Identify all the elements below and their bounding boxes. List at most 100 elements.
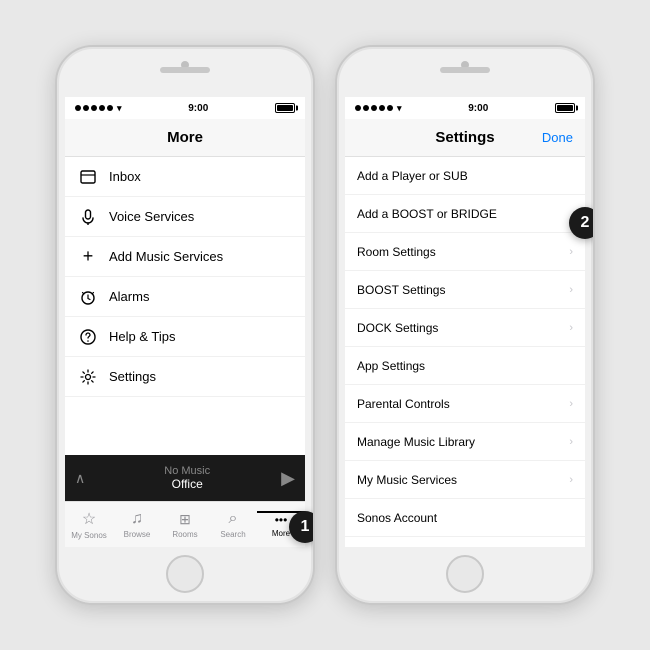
add-icon: + xyxy=(77,246,99,268)
my-sonos-icon: ☆ xyxy=(82,509,96,529)
status-bar-1: ▾ 9:00 xyxy=(65,97,305,119)
screen-2: ▾ 9:00 Settings Done Add a Player or SUB… xyxy=(345,97,585,547)
add-boost-label: Add a BOOST or BRIDGE xyxy=(357,207,573,221)
menu-item-add-music[interactable]: + Add Music Services xyxy=(65,237,305,277)
app-settings-label: App Settings xyxy=(357,359,573,373)
browse-icon: ♫ xyxy=(131,510,143,528)
expand-icon-1: ∧ xyxy=(75,470,85,487)
my-sonos-label: My Sonos xyxy=(71,531,107,540)
music-library-chevron: › xyxy=(569,436,573,448)
s4 xyxy=(379,105,385,111)
signal-area-1: ▾ xyxy=(75,103,122,114)
dot3 xyxy=(91,105,97,111)
settings-icon xyxy=(77,366,99,388)
tab-my-sonos[interactable]: ☆ My Sonos xyxy=(65,509,113,540)
settings-boost[interactable]: BOOST Settings › xyxy=(345,271,585,309)
step-badge-2: 2 xyxy=(569,207,595,239)
inbox-icon xyxy=(77,166,99,188)
s2 xyxy=(363,105,369,111)
time-2: 9:00 xyxy=(468,103,488,114)
music-library-label: Manage Music Library xyxy=(357,435,569,449)
inbox-label: Inbox xyxy=(109,169,293,184)
menu-item-settings[interactable]: Settings xyxy=(65,357,305,397)
phone-speaker-1 xyxy=(160,67,210,73)
nav-bar-1: More xyxy=(65,119,305,157)
alarm-icon xyxy=(77,286,99,308)
room-settings-label: Room Settings xyxy=(357,245,569,259)
menu-list-1: Inbox Voice Services + Add Music Service… xyxy=(65,157,305,455)
settings-room[interactable]: Room Settings › xyxy=(345,233,585,271)
nav-title-1: More xyxy=(167,129,203,146)
tab-bar-1: ☆ My Sonos ♫ Browse ⊞ Rooms ⌕ Search •••… xyxy=(65,501,305,547)
settings-list: Add a Player or SUB Add a BOOST or BRIDG… xyxy=(345,157,585,547)
dock-settings-label: DOCK Settings xyxy=(357,321,569,335)
voice-label: Voice Services xyxy=(109,209,293,224)
settings-add-player[interactable]: Add a Player or SUB xyxy=(345,157,585,195)
dot5 xyxy=(107,105,113,111)
dot2 xyxy=(83,105,89,111)
tab-browse[interactable]: ♫ Browse xyxy=(113,510,161,539)
music-services-label: My Music Services xyxy=(357,473,569,487)
search-icon: ⌕ xyxy=(229,510,238,528)
phone-home-button-1[interactable] xyxy=(166,555,204,593)
battery-fill-1 xyxy=(277,105,293,111)
dot1 xyxy=(75,105,81,111)
wifi-icon-1: ▾ xyxy=(117,103,122,114)
no-music-label: No Music xyxy=(93,465,281,477)
signal-dots-2 xyxy=(355,105,393,111)
phone-2: ▾ 9:00 Settings Done Add a Player or SUB… xyxy=(335,45,595,605)
done-button[interactable]: Done xyxy=(542,130,573,145)
s3 xyxy=(371,105,377,111)
settings-music-services[interactable]: My Music Services › xyxy=(345,461,585,499)
phone-1: ▾ 9:00 More Inbox xyxy=(55,45,315,605)
help-icon xyxy=(77,326,99,348)
battery-fill-2 xyxy=(557,105,573,111)
battery-2 xyxy=(555,103,575,113)
menu-item-alarms[interactable]: Alarms xyxy=(65,277,305,317)
player-info-1: No Music Office xyxy=(93,465,281,491)
more-label: More xyxy=(272,529,290,538)
phone-home-button-2[interactable] xyxy=(446,555,484,593)
settings-add-boost[interactable]: Add a BOOST or BRIDGE xyxy=(345,195,585,233)
parental-controls-label: Parental Controls xyxy=(357,397,569,411)
music-services-chevron: › xyxy=(569,474,573,486)
settings-music-library[interactable]: Manage Music Library › xyxy=(345,423,585,461)
boost-settings-label: BOOST Settings xyxy=(357,283,569,297)
settings-parental[interactable]: Parental Controls › xyxy=(345,385,585,423)
nav-bar-2: Settings Done xyxy=(345,119,585,157)
settings-datetime[interactable]: Date & Time Settings › xyxy=(345,537,585,547)
voice-icon xyxy=(77,206,99,228)
dot4 xyxy=(99,105,105,111)
add-player-label: Add a Player or SUB xyxy=(357,169,573,183)
alarms-label: Alarms xyxy=(109,289,293,304)
tab-search[interactable]: ⌕ Search xyxy=(209,510,257,539)
settings-account[interactable]: Sonos Account xyxy=(345,499,585,537)
menu-item-help[interactable]: Help & Tips xyxy=(65,317,305,357)
boost-chevron: › xyxy=(569,284,573,296)
settings-app[interactable]: App Settings xyxy=(345,347,585,385)
rooms-label: Rooms xyxy=(172,530,197,539)
s1 xyxy=(355,105,361,111)
room-chevron: › xyxy=(569,246,573,258)
settings-label: Settings xyxy=(109,369,293,384)
parental-chevron: › xyxy=(569,398,573,410)
battery-1 xyxy=(275,103,295,113)
bottom-player-1[interactable]: ∧ No Music Office ▶ xyxy=(65,455,305,501)
screen-1: ▾ 9:00 More Inbox xyxy=(65,97,305,547)
menu-item-inbox[interactable]: Inbox xyxy=(65,157,305,197)
play-icon-1[interactable]: ▶ xyxy=(281,468,295,489)
settings-dock[interactable]: DOCK Settings › xyxy=(345,309,585,347)
sonos-account-label: Sonos Account xyxy=(357,511,573,525)
tab-rooms[interactable]: ⊞ Rooms xyxy=(161,511,209,539)
phone-speaker-2 xyxy=(440,67,490,73)
add-music-label: Add Music Services xyxy=(109,249,293,264)
dock-chevron: › xyxy=(569,322,573,334)
help-label: Help & Tips xyxy=(109,329,293,344)
browse-label: Browse xyxy=(124,530,151,539)
step-badge-1: 1 xyxy=(289,511,315,543)
status-bar-2: ▾ 9:00 xyxy=(345,97,585,119)
signal-dots-1 xyxy=(75,105,113,111)
menu-item-voice[interactable]: Voice Services xyxy=(65,197,305,237)
nav-title-2: Settings xyxy=(435,129,494,146)
more-icon: ••• xyxy=(275,513,288,527)
